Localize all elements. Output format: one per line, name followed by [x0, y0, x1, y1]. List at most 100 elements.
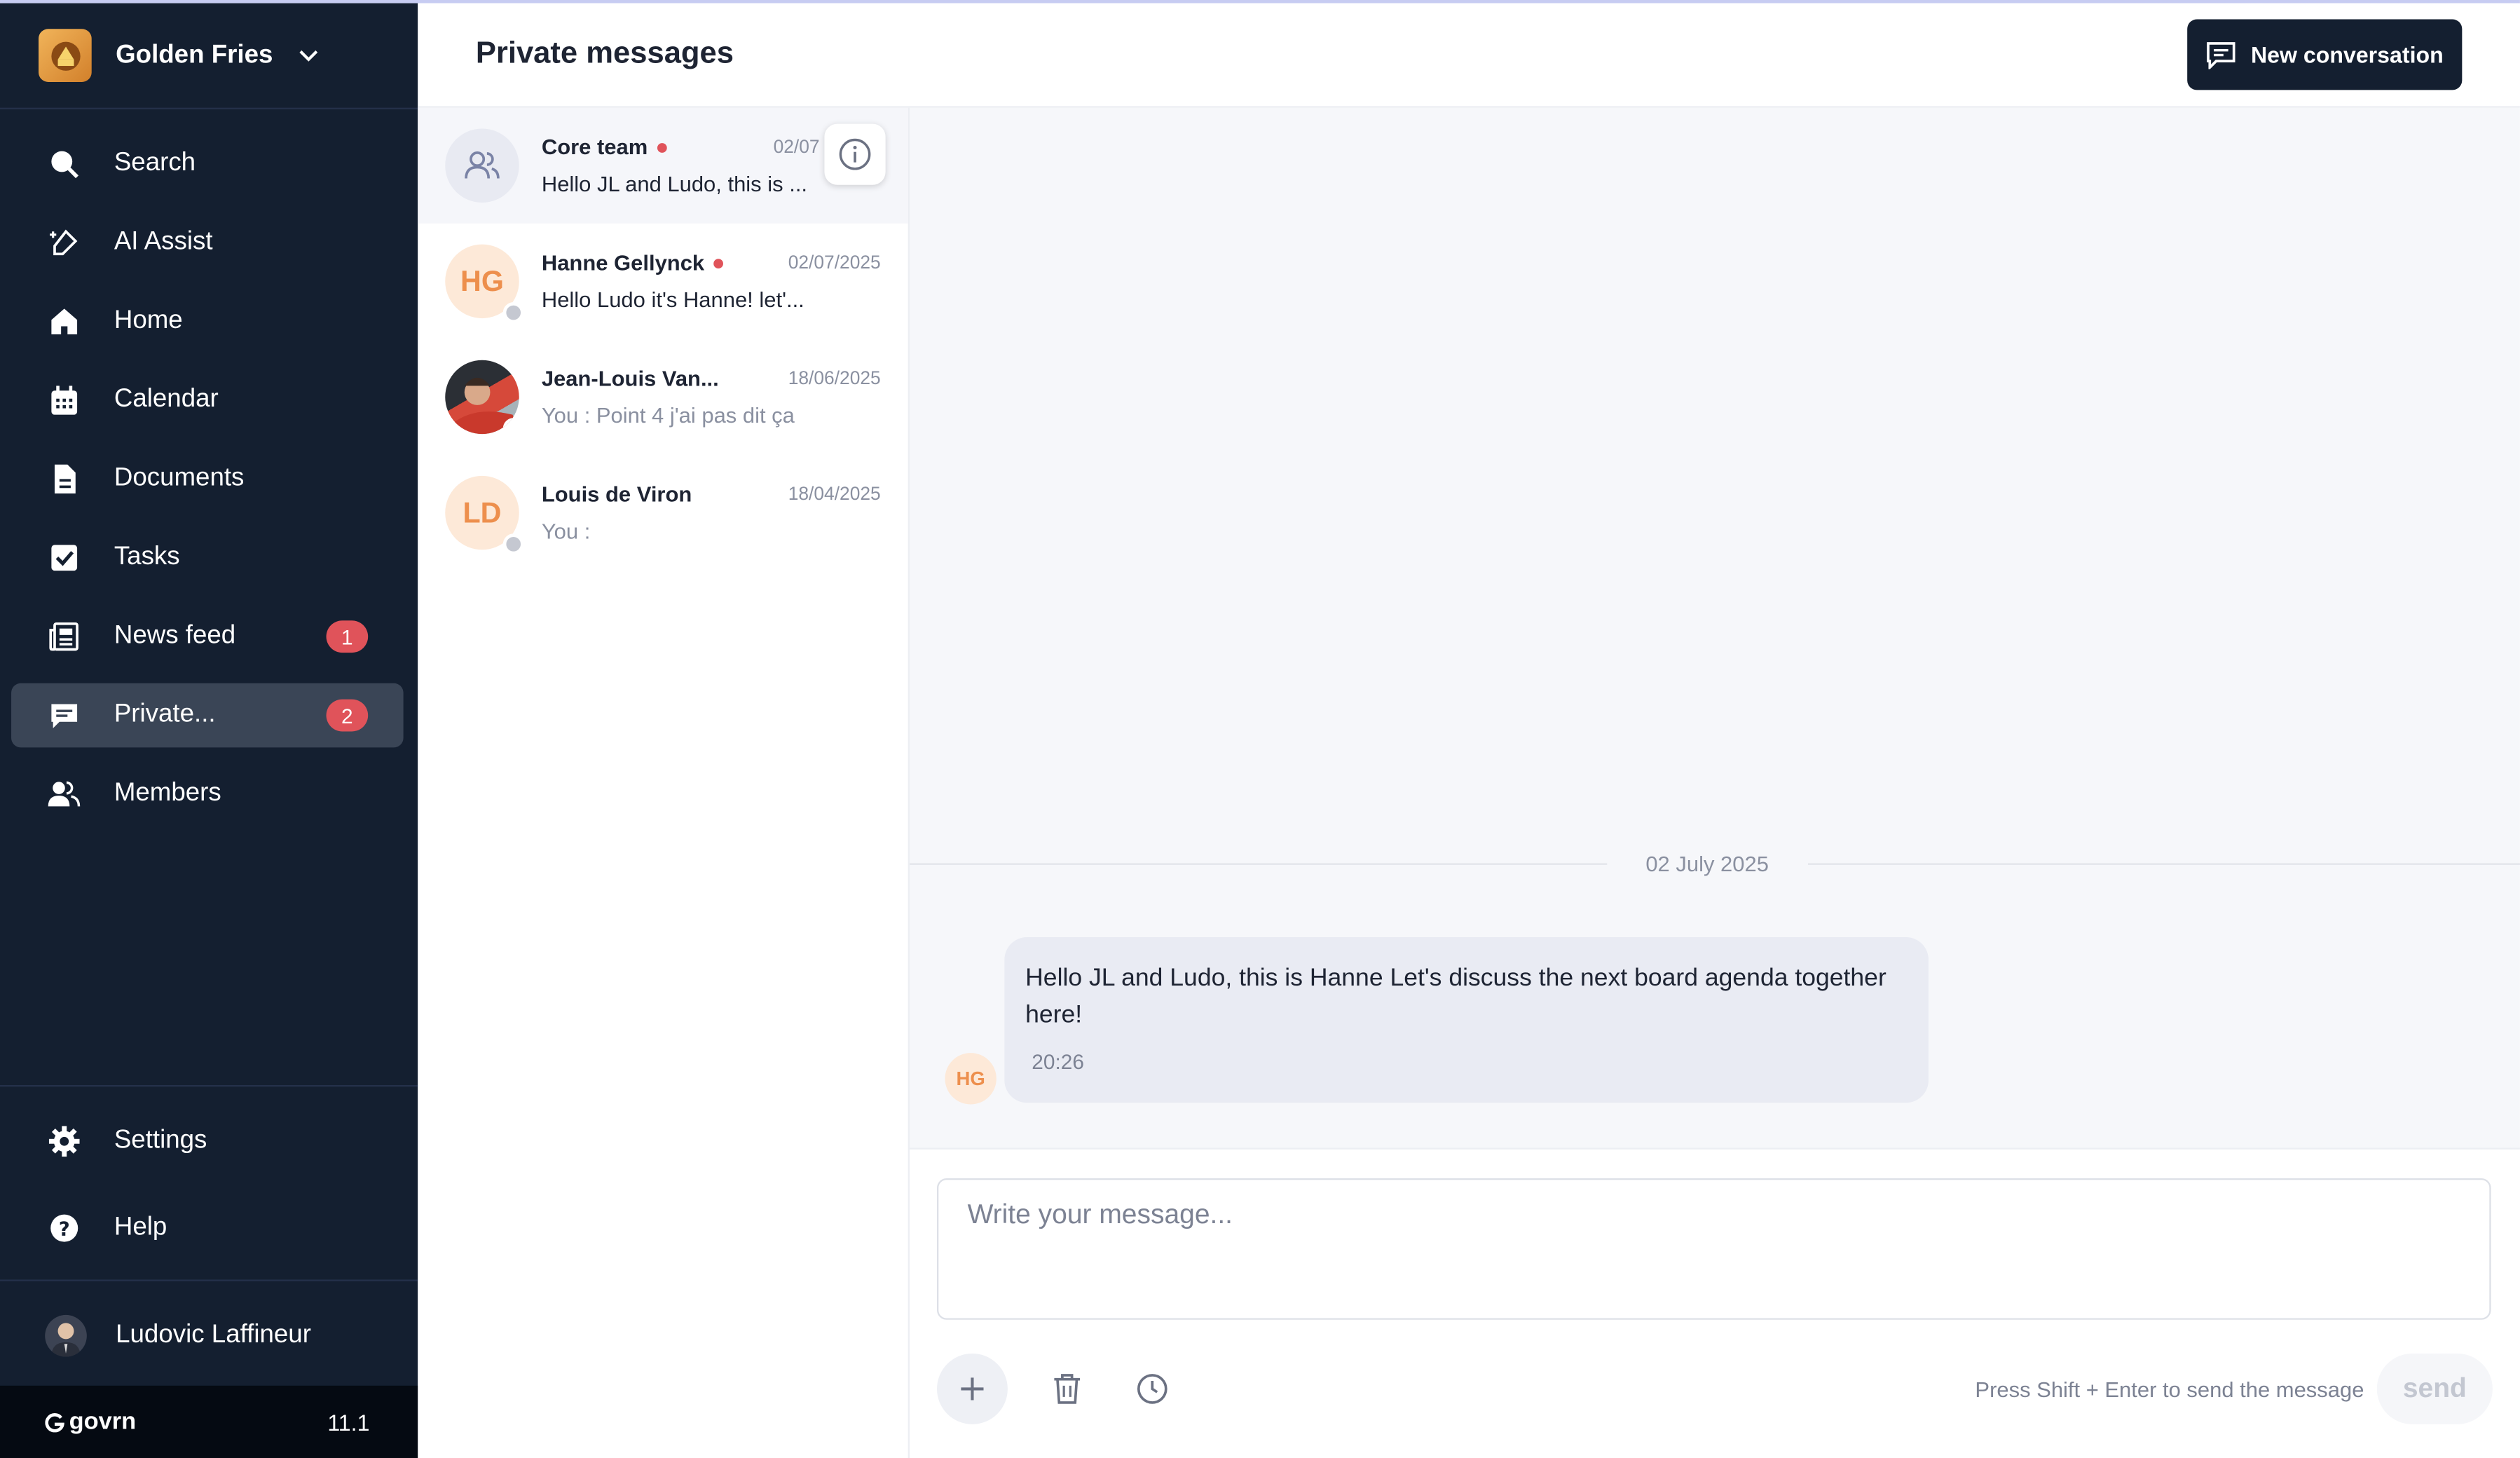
document-icon: [47, 462, 81, 496]
unread-dot: [657, 142, 667, 152]
conversation-name: Jean-Louis Van...: [541, 366, 719, 391]
group-avatar: [445, 128, 519, 203]
conversation-item[interactable]: LD Louis de Viron 18/04/2025 You :: [418, 455, 908, 571]
new-conversation-button[interactable]: New conversation: [2187, 19, 2463, 90]
sidebar-item-calendar[interactable]: Calendar: [11, 368, 404, 432]
app-footer: govrn 11.1: [0, 1385, 418, 1458]
avatar: [45, 1314, 87, 1356]
send-button[interactable]: send: [2376, 1353, 2493, 1424]
new-conversation-label: New conversation: [2250, 41, 2444, 68]
sidebar-item-label: Members: [114, 779, 221, 808]
divider: [910, 863, 1608, 865]
presence-dot: [502, 418, 519, 435]
conversation-name: Louis de Viron: [541, 482, 692, 507]
chat-icon: [47, 698, 81, 732]
clock-icon: [1137, 1374, 1167, 1404]
sidebar-item-documents[interactable]: Documents: [11, 447, 404, 512]
org-logo: [39, 29, 92, 82]
sidebar-item-search[interactable]: Search: [11, 132, 404, 196]
group-icon: [465, 151, 500, 179]
conversation-list: Core team 02/07 Hello JL and Ludo, this …: [418, 107, 910, 1458]
message-input[interactable]: [936, 1178, 2491, 1320]
sidebar-item-label: Tasks: [114, 543, 180, 571]
conversation-date: 02/07: [773, 137, 820, 157]
chevron-down-icon: [299, 41, 318, 69]
conversation-name: Core team: [541, 135, 648, 160]
conversation-item[interactable]: HG Hanne Gellynck 02/07/2025 Hello Ludo …: [418, 224, 908, 339]
message: HG Hello JL and Ludo, this is Hanne Let'…: [945, 936, 1929, 1105]
plus-icon: [961, 1377, 984, 1401]
message-thread[interactable]: 02 July 2025 HG Hello JL and Ludo, this …: [910, 107, 2520, 1150]
sidebar-item-home[interactable]: Home: [11, 289, 404, 354]
user-name: Ludovic Laffineur: [116, 1320, 311, 1348]
conversation-preview: You : Point 4 j'ai pas dit ça: [541, 403, 795, 428]
sidebar-item-news-feed[interactable]: News feed 1: [11, 604, 404, 669]
send-hint: Press Shift + Enter to send the message: [1975, 1377, 2364, 1401]
home-icon: [47, 305, 81, 339]
conversation-item[interactable]: Jean-Louis Van... 18/06/2025 You : Point…: [418, 339, 908, 455]
search-icon: [47, 147, 81, 181]
sidebar-bottom: Settings ? Help: [0, 1084, 418, 1260]
avatar: LD: [445, 475, 524, 555]
avatar-initials: LD: [463, 496, 502, 529]
page-header: Private messages New conversation: [418, 4, 2520, 108]
delete-button[interactable]: [1053, 1372, 1081, 1405]
checkbox-icon: [47, 541, 81, 575]
sidebar-item-label: News feed: [114, 622, 236, 650]
avatar: HG: [445, 244, 524, 323]
message-composer: Press Shift + Enter to send the message …: [910, 1150, 2520, 1424]
sidebar-item-help[interactable]: ? Help: [11, 1196, 404, 1260]
sidebar-item-settings[interactable]: Settings: [11, 1109, 404, 1173]
sidebar-item-ai-assist[interactable]: AI Assist: [11, 210, 404, 275]
sparkle-pen-icon: [47, 226, 81, 259]
unread-badge: 1: [326, 620, 369, 653]
sidebar-item-label: Help: [114, 1213, 167, 1241]
presence-dot: [502, 533, 524, 555]
app-version: 11.1: [327, 1409, 370, 1435]
avatar-initials: HG: [460, 264, 504, 297]
sidebar-item-label: Search: [114, 149, 196, 177]
conversation-name: Hanne Gellynck: [541, 250, 705, 275]
conversation-preview: Hello Ludo it's Hanne! let'...: [541, 287, 804, 312]
conversation-info-button[interactable]: [824, 123, 886, 185]
calendar-icon: [47, 383, 81, 417]
composer-toolbar: Press Shift + Enter to send the message …: [936, 1353, 2493, 1424]
info-icon: [839, 138, 871, 170]
org-switcher[interactable]: Golden Fries: [0, 4, 418, 109]
sidebar-item-label: Calendar: [114, 386, 219, 414]
sidebar-item-members[interactable]: Members: [11, 762, 404, 826]
help-icon: ?: [47, 1211, 81, 1245]
date-separator-label: 02 July 2025: [1645, 852, 1769, 876]
schedule-button[interactable]: [1136, 1372, 1168, 1405]
main-panel: Private messages New conversation Core t…: [418, 3, 2520, 1458]
conversation-date: 02/07/2025: [788, 253, 881, 273]
unread-badge: 2: [326, 699, 369, 732]
conversation-preview: You :: [541, 519, 591, 544]
sidebar-item-label: Documents: [114, 464, 245, 492]
page-title: Private messages: [475, 36, 734, 71]
avatar: HG: [945, 1053, 997, 1105]
date-separator: 02 July 2025: [910, 852, 2520, 876]
avatar-initials: HG: [956, 1067, 985, 1090]
sidebar-item-tasks[interactable]: Tasks: [11, 526, 404, 590]
sidebar-item-label: Home: [114, 307, 183, 335]
message-time: 20:26: [1032, 1049, 1084, 1074]
app-window: Golden Fries Search AI Assist Home Calen…: [0, 0, 2520, 1458]
trash-icon: [1054, 1374, 1081, 1404]
message-bubble[interactable]: Hello JL and Ludo, this is Hanne Let's d…: [1004, 936, 1929, 1103]
attach-button[interactable]: [936, 1353, 1008, 1424]
conversation-date: 18/06/2025: [788, 369, 881, 388]
messages-content: Core team 02/07 Hello JL and Ludo, this …: [418, 107, 2520, 1458]
gear-icon: [47, 1124, 81, 1158]
sidebar-item-private-messages[interactable]: Private... 2: [11, 683, 404, 748]
unread-dot: [713, 258, 724, 268]
sidebar-item-label: Private...: [114, 700, 216, 728]
conversation-item[interactable]: Core team 02/07 Hello JL and Ludo, this …: [418, 107, 908, 224]
chat-panel: 02 July 2025 HG Hello JL and Ludo, this …: [910, 107, 2520, 1458]
sidebar: Golden Fries Search AI Assist Home Calen…: [0, 3, 418, 1458]
current-user[interactable]: Ludovic Laffineur: [0, 1279, 418, 1389]
avatar: [445, 360, 519, 435]
conversation-date: 18/04/2025: [788, 484, 881, 504]
brand-logo: govrn: [45, 1408, 136, 1436]
svg-text:?: ?: [58, 1218, 69, 1240]
